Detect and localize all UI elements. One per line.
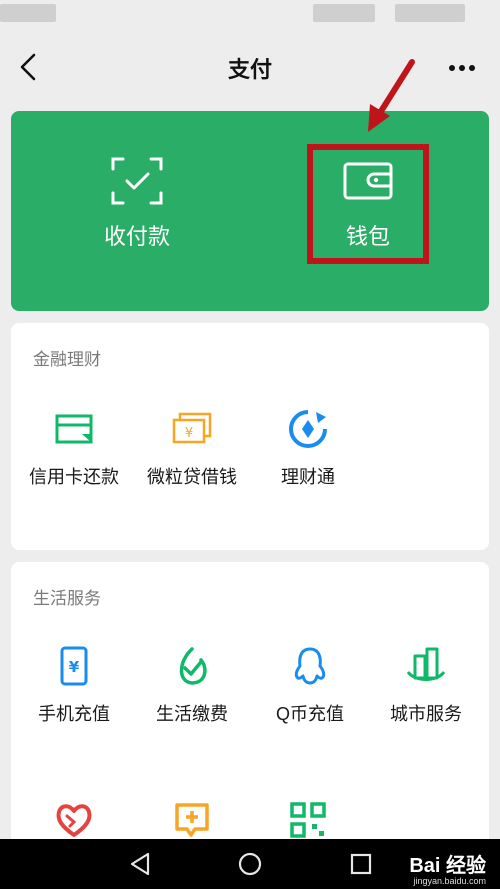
qcoin-recharge-button[interactable]: Q币充值 [251, 646, 369, 726]
utility-bills-label: 生活缴费 [156, 704, 228, 724]
qq-penguin-icon [251, 646, 369, 686]
watermark-sub: jingyan.baidu.com [413, 876, 486, 886]
life-services-section: 生活服务 ¥ 手机充值 生活缴费 Q币充值 城市服务 [11, 562, 489, 852]
qr-grid-icon [249, 800, 367, 840]
licaitong-icon [249, 409, 367, 449]
section-title-life: 生活服务 [33, 589, 101, 608]
top-bar: 支付 [0, 30, 500, 106]
city-buildings-icon [367, 646, 485, 686]
payment-card: 收付款 钱包 [11, 111, 489, 311]
status-blur-left [0, 4, 56, 22]
utility-bills-button[interactable]: 生活缴费 [133, 646, 251, 726]
phone-recharge-button[interactable]: ¥ 手机充值 [15, 646, 133, 726]
licaitong-button[interactable]: 理财通 [249, 409, 367, 489]
city-services-button[interactable]: 城市服务 [367, 646, 485, 726]
nav-back-icon[interactable] [128, 851, 154, 877]
nav-home-icon[interactable] [237, 851, 263, 877]
page-title: 支付 [227, 57, 272, 82]
weilidai-button[interactable]: ¥ 微粒贷借钱 [133, 409, 251, 489]
wallet-highlight-box [307, 144, 429, 264]
svg-text:¥: ¥ [185, 426, 193, 441]
phone-recharge-label: 手机充值 [38, 704, 110, 724]
yuan-cards-icon: ¥ [133, 409, 251, 449]
android-nav-bar: Bai 经验 jingyan.baidu.com [0, 839, 500, 889]
status-blur-right [395, 4, 465, 22]
scan-check-icon [67, 151, 207, 211]
section-title-finance: 金融理财 [33, 350, 101, 369]
receive-pay-button[interactable]: 收付款 [67, 151, 207, 251]
credit-card-repay-label: 信用卡还款 [29, 467, 119, 487]
nav-recents-icon[interactable] [348, 851, 374, 877]
weilidai-label: 微粒贷借钱 [147, 467, 237, 487]
credit-card-repay-button[interactable]: 信用卡还款 [15, 409, 133, 489]
annotation-arrow-icon [368, 59, 415, 132]
credit-card-icon [15, 409, 133, 449]
finance-section: 金融理财 信用卡还款 ¥ 微粒贷借钱 理财通 [11, 323, 489, 550]
more-dots-icon[interactable] [446, 54, 478, 82]
heart-charity-icon [15, 800, 133, 840]
qcoin-recharge-label: Q币充值 [275, 704, 344, 724]
city-services-label: 城市服务 [390, 704, 462, 724]
status-blur-mid [313, 4, 375, 22]
licaitong-label: 理财通 [281, 467, 335, 487]
baidu-jingyan-watermark: Bai 经验 jingyan.baidu.com [409, 849, 486, 886]
leaf-check-icon [133, 646, 251, 686]
watermark-text: Bai 经验 [409, 855, 486, 877]
receive-pay-label: 收付款 [103, 224, 170, 249]
svg-text:¥: ¥ [69, 658, 80, 676]
status-bar [0, 0, 500, 30]
medical-plus-icon [133, 800, 251, 840]
phone-yuan-icon: ¥ [15, 646, 133, 686]
chevron-left-icon[interactable] [14, 50, 44, 84]
